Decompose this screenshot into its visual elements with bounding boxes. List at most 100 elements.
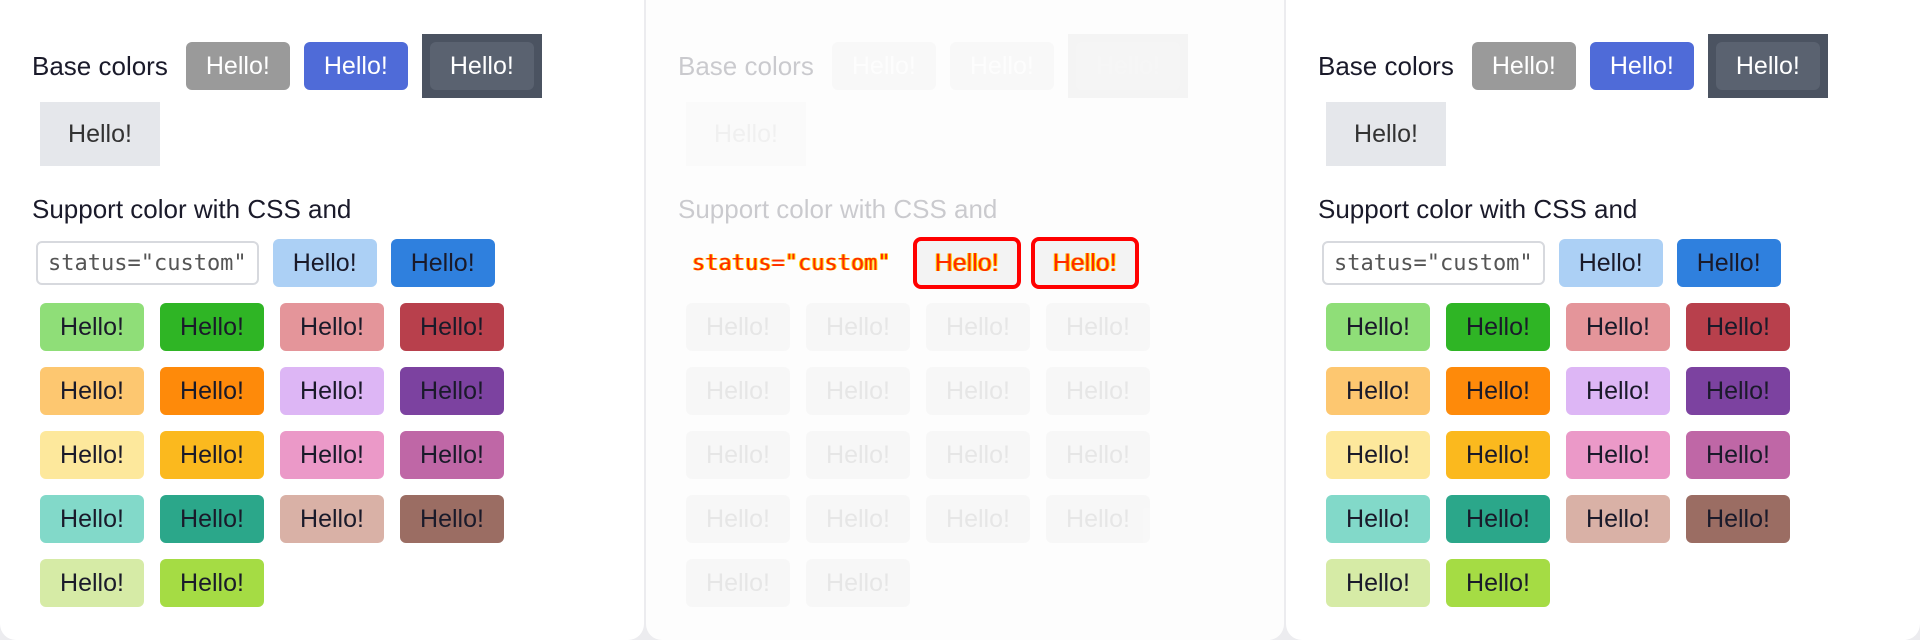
status-custom-code: status="custom"	[36, 241, 259, 285]
custom-button-light-blue[interactable]: Hello!	[272, 239, 377, 287]
base-button-dark[interactable]: Hello!	[1075, 42, 1180, 90]
color-button-5[interactable]: Hello!	[1326, 367, 1430, 415]
custom-status-row: status="custom" Hello! Hello!	[32, 239, 644, 287]
base-button-primary[interactable]: Hello!	[1589, 42, 1694, 90]
preview-panel-right: Base colors Hello! Hello! Hello! Hello! Suppo…	[1286, 0, 1920, 640]
color-button-5[interactable]: Hello!	[686, 367, 790, 415]
status-custom-code: status="custom"	[1322, 241, 1545, 285]
base-dark-container: Hello!	[1707, 34, 1828, 98]
support-color-label: Support color with CSS and	[32, 194, 352, 224]
support-color-label: Support color with CSS and	[1318, 194, 1638, 224]
color-button-12[interactable]: Hello!	[1686, 431, 1790, 479]
base-light-container: Hello!	[686, 102, 806, 166]
custom-status-row: status="custom" Hello! Hello!	[1318, 239, 1920, 287]
base-button-light[interactable]: Hello!	[48, 110, 152, 158]
preview-panel-left: Base colors Hello! Hello! Hello! Hello! Suppo…	[0, 0, 644, 640]
color-button-7[interactable]: Hello!	[926, 367, 1030, 415]
color-button-6[interactable]: Hello!	[160, 367, 264, 415]
custom-button-blue[interactable]: Hello!	[1030, 237, 1139, 289]
color-button-18[interactable]: Hello!	[1446, 559, 1550, 607]
color-button-4[interactable]: Hello!	[400, 303, 504, 351]
color-button-8[interactable]: Hello!	[1046, 367, 1150, 415]
color-button-16[interactable]: Hello!	[1046, 495, 1150, 543]
color-button-7[interactable]: Hello!	[280, 367, 384, 415]
color-button-12[interactable]: Hello!	[400, 431, 504, 479]
color-button-9[interactable]: Hello!	[40, 431, 144, 479]
color-button-15[interactable]: Hello!	[1566, 495, 1670, 543]
color-button-17[interactable]: Hello!	[1326, 559, 1430, 607]
base-button-gray[interactable]: Hello!	[1471, 42, 1576, 90]
base-button-primary[interactable]: Hello!	[949, 42, 1054, 90]
color-button-11[interactable]: Hello!	[1566, 431, 1670, 479]
color-button-13[interactable]: Hello!	[686, 495, 790, 543]
color-button-13[interactable]: Hello!	[1326, 495, 1430, 543]
base-light-container: Hello!	[1326, 102, 1446, 166]
preview-panel-middle: Base colors Hello! Hello! Hello! Hello! Suppo…	[646, 0, 1284, 640]
base-dark-container: Hello!	[421, 34, 542, 98]
color-button-2[interactable]: Hello!	[160, 303, 264, 351]
custom-status-row: status="custom" Hello! Hello!	[678, 237, 1284, 289]
color-button-8[interactable]: Hello!	[1686, 367, 1790, 415]
base-colors-label: Base colors	[1318, 50, 1454, 81]
base-light-container: Hello!	[40, 102, 160, 166]
color-button-8[interactable]: Hello!	[400, 367, 504, 415]
color-button-17[interactable]: Hello!	[686, 559, 790, 607]
custom-button-blue[interactable]: Hello!	[1676, 239, 1781, 287]
color-button-16[interactable]: Hello!	[1686, 495, 1790, 543]
color-button-14[interactable]: Hello!	[1446, 495, 1550, 543]
base-button-dark[interactable]: Hello!	[429, 42, 534, 90]
color-button-12[interactable]: Hello!	[1046, 431, 1150, 479]
color-button-11[interactable]: Hello!	[926, 431, 1030, 479]
base-colors-label: Base colors	[678, 50, 814, 81]
theme-preview-page: Base colors Hello! Hello! Hello! Hello! Suppo…	[0, 0, 1920, 640]
color-button-16[interactable]: Hello!	[400, 495, 504, 543]
status-custom-code: status="custom"	[692, 250, 891, 276]
color-button-18[interactable]: Hello!	[160, 559, 264, 607]
color-button-6[interactable]: Hello!	[1446, 367, 1550, 415]
color-button-4[interactable]: Hello!	[1046, 303, 1150, 351]
color-button-6[interactable]: Hello!	[806, 367, 910, 415]
base-colors-row: Base colors Hello! Hello! Hello!	[32, 34, 644, 98]
custom-button-light-blue[interactable]: Hello!	[1558, 239, 1663, 287]
color-button-7[interactable]: Hello!	[1566, 367, 1670, 415]
color-button-1[interactable]: Hello!	[40, 303, 144, 351]
color-button-3[interactable]: Hello!	[280, 303, 384, 351]
base-button-light[interactable]: Hello!	[694, 110, 798, 158]
color-button-10[interactable]: Hello!	[1446, 431, 1550, 479]
color-button-14[interactable]: Hello!	[806, 495, 910, 543]
custom-button-blue[interactable]: Hello!	[390, 239, 495, 287]
color-button-2[interactable]: Hello!	[1446, 303, 1550, 351]
base-colors-row: Base colors Hello! Hello! Hello!	[678, 34, 1284, 98]
color-button-grid: Hello! Hello! Hello! Hello! Hello! Hello! Hell…	[40, 303, 644, 607]
color-button-10[interactable]: Hello!	[160, 431, 264, 479]
color-button-grid: Hello! Hello! Hello! Hello! Hello! Hello! Hell…	[686, 303, 1284, 607]
color-button-9[interactable]: Hello!	[686, 431, 790, 479]
color-button-2[interactable]: Hello!	[806, 303, 910, 351]
color-button-9[interactable]: Hello!	[1326, 431, 1430, 479]
color-button-13[interactable]: Hello!	[40, 495, 144, 543]
color-button-15[interactable]: Hello!	[926, 495, 1030, 543]
base-colors-label: Base colors	[32, 50, 168, 81]
color-button-18[interactable]: Hello!	[806, 559, 910, 607]
color-button-5[interactable]: Hello!	[40, 367, 144, 415]
base-button-gray[interactable]: Hello!	[831, 42, 936, 90]
base-button-primary[interactable]: Hello!	[303, 42, 408, 90]
color-button-10[interactable]: Hello!	[806, 431, 910, 479]
color-button-15[interactable]: Hello!	[280, 495, 384, 543]
color-button-grid: Hello! Hello! Hello! Hello! Hello! Hello! Hell…	[1326, 303, 1920, 607]
color-button-17[interactable]: Hello!	[40, 559, 144, 607]
base-button-gray[interactable]: Hello!	[185, 42, 290, 90]
color-button-3[interactable]: Hello!	[926, 303, 1030, 351]
color-button-3[interactable]: Hello!	[1566, 303, 1670, 351]
custom-button-light-blue[interactable]: Hello!	[912, 237, 1021, 289]
color-button-4[interactable]: Hello!	[1686, 303, 1790, 351]
color-button-1[interactable]: Hello!	[686, 303, 790, 351]
base-button-light[interactable]: Hello!	[1334, 110, 1438, 158]
base-colors-row: Base colors Hello! Hello! Hello!	[1318, 34, 1920, 98]
color-button-1[interactable]: Hello!	[1326, 303, 1430, 351]
color-button-11[interactable]: Hello!	[280, 431, 384, 479]
color-button-14[interactable]: Hello!	[160, 495, 264, 543]
base-dark-container: Hello!	[1067, 34, 1188, 98]
base-button-dark[interactable]: Hello!	[1715, 42, 1820, 90]
support-color-label: Support color with CSS and	[678, 194, 998, 224]
